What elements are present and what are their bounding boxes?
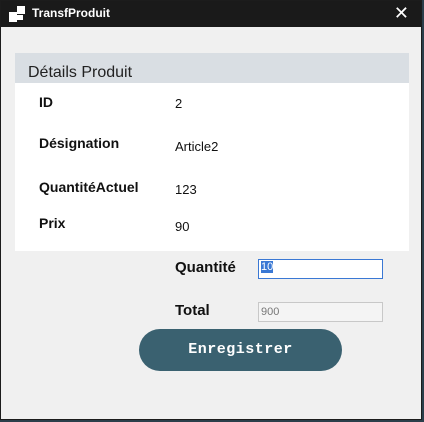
transf-produit-window: TransfProduit ✕ Détails Produit ID 2 Dés… [0, 0, 422, 420]
quantite-actuel-label: QuantitéActuel [39, 179, 139, 195]
details-header-text: Détails Produit [28, 64, 133, 81]
quantite-input-value: 10 [261, 261, 274, 273]
total-value: 900 [261, 306, 280, 318]
title-bar: TransfProduit ✕ [1, 1, 421, 27]
close-icon[interactable]: ✕ [394, 3, 409, 23]
prix-value: 90 [175, 219, 190, 234]
id-value: 2 [175, 96, 183, 111]
quantite-label: Quantité [175, 259, 236, 276]
enregistrer-button[interactable]: Enregistrer [139, 329, 342, 371]
total-field: 900 [258, 302, 383, 322]
app-icon [9, 6, 25, 22]
designation-value: Article2 [175, 139, 219, 154]
details-panel: ID 2 Désignation Article2 QuantitéActuel… [15, 83, 409, 251]
quantite-input[interactable]: 10 [258, 259, 383, 279]
id-label: ID [39, 94, 53, 110]
details-group-header: Détails Produit [15, 53, 409, 83]
prix-label: Prix [39, 215, 66, 231]
quantite-actuel-value: 123 [175, 182, 197, 197]
total-label: Total [175, 302, 210, 319]
window-title: TransfProduit [32, 6, 111, 20]
designation-label: Désignation [39, 135, 120, 151]
